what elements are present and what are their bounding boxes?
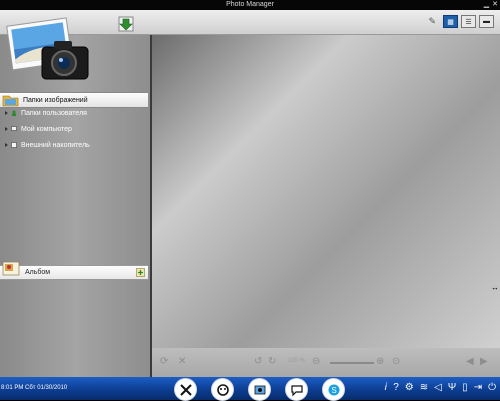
- zoom-slider[interactable]: [330, 362, 374, 364]
- title-bar: Photo Manager ▁ ✕: [0, 0, 500, 10]
- help-icon[interactable]: ?: [393, 382, 399, 394]
- logout-icon[interactable]: ⇥: [474, 382, 482, 394]
- minimize-button[interactable]: ▁: [484, 0, 489, 10]
- expand-arrow-icon[interactable]: [5, 127, 8, 131]
- rotate-right-icon[interactable]: ↻: [268, 357, 276, 367]
- zoom-in-icon[interactable]: ⊕: [376, 357, 384, 367]
- viewer-toolbar: ⟳ ✕ ↺ ↻ 100 % ⊖ ⊕ ⊙ ◀ ▶: [152, 348, 500, 377]
- album-label: Альбом: [25, 269, 51, 276]
- sidebar-item-user-folders[interactable]: Папки пользователя: [0, 106, 148, 120]
- fit-zoom-icon[interactable]: ⊙: [392, 357, 400, 367]
- tools-app-icon[interactable]: [174, 378, 197, 401]
- sidebar: Папки изображений Папки пользователя Мой…: [0, 17, 152, 377]
- window-controls: ▁ ✕: [484, 0, 498, 10]
- taskbar-apps: S: [174, 378, 345, 401]
- image-viewer[interactable]: [152, 35, 500, 348]
- power-icon[interactable]: ⏻: [488, 382, 496, 394]
- sidebar-item-external-storage[interactable]: Внешний накопитель: [0, 138, 148, 152]
- battery-icon[interactable]: ▯: [462, 382, 468, 394]
- folder-icon: [2, 95, 19, 107]
- mouse-cursor-icon: ↔: [491, 283, 499, 292]
- sidebar-item-label: Папки изображений: [23, 96, 88, 104]
- app-window: ✎ ▦ ☰ ▬ Папки изображений Папки пользова…: [0, 10, 500, 377]
- add-album-icon[interactable]: [136, 268, 145, 277]
- taskbar: 8:01 PM Cбт 01/30/2010 S 𝑖 ? ⚙ ≋ ◁ Ψ ▯ ⇥…: [0, 377, 500, 401]
- sidebar-item-label: Папки пользователя: [21, 109, 87, 117]
- user-icon: [12, 110, 16, 116]
- grid-view-button[interactable]: ▦: [443, 15, 458, 28]
- previous-icon[interactable]: ◀: [466, 357, 474, 367]
- sidebar-item-my-computer[interactable]: Мой компьютер: [0, 122, 148, 136]
- computer-icon: [11, 126, 17, 131]
- album-icon: [2, 261, 20, 276]
- settings-icon[interactable]: ⚙: [405, 382, 414, 394]
- album-section[interactable]: Альбом: [0, 261, 148, 280]
- browser-app-icon[interactable]: [211, 378, 234, 401]
- clock: 8:01 PM Cбт 01/30/2010: [1, 385, 68, 391]
- next-icon[interactable]: ▶: [480, 357, 488, 367]
- delete-icon[interactable]: ✕: [178, 357, 186, 367]
- sidebar-item-label: Внешний накопитель: [21, 141, 90, 149]
- skype-app-icon[interactable]: S: [322, 378, 345, 401]
- expand-arrow-icon[interactable]: [5, 111, 8, 115]
- edit-icon[interactable]: ✎: [428, 16, 436, 27]
- chat-app-icon[interactable]: [285, 378, 308, 401]
- photo-app-icon[interactable]: [248, 378, 271, 401]
- camera-logo-icon: [6, 17, 89, 80]
- svg-text:S: S: [331, 386, 336, 395]
- rotate-icon[interactable]: ⟳: [160, 357, 168, 367]
- view-mode-switcher: ✎ ▦ ☰ ▬: [428, 15, 494, 28]
- close-button[interactable]: ✕: [492, 0, 498, 10]
- system-tray: 𝑖 ? ⚙ ≋ ◁ Ψ ▯ ⇥ ⏻: [385, 382, 496, 394]
- list-view-button[interactable]: ☰: [461, 15, 476, 28]
- info-icon[interactable]: 𝑖: [385, 382, 388, 394]
- volume-icon[interactable]: ◁: [434, 382, 442, 394]
- zoom-level: 100 %: [288, 358, 306, 364]
- usb-icon[interactable]: Ψ: [448, 382, 456, 394]
- rotate-left-icon[interactable]: ↺: [254, 357, 262, 367]
- import-arrow-icon[interactable]: [118, 16, 134, 32]
- zoom-out-icon[interactable]: ⊖: [312, 357, 320, 367]
- window-title: Photo Manager: [226, 1, 274, 8]
- drive-icon: [11, 142, 17, 148]
- wifi-icon[interactable]: ≋: [420, 382, 428, 394]
- expand-arrow-icon[interactable]: [5, 143, 8, 147]
- single-view-button[interactable]: ▬: [479, 15, 494, 28]
- sidebar-item-label: Мой компьютер: [21, 125, 72, 133]
